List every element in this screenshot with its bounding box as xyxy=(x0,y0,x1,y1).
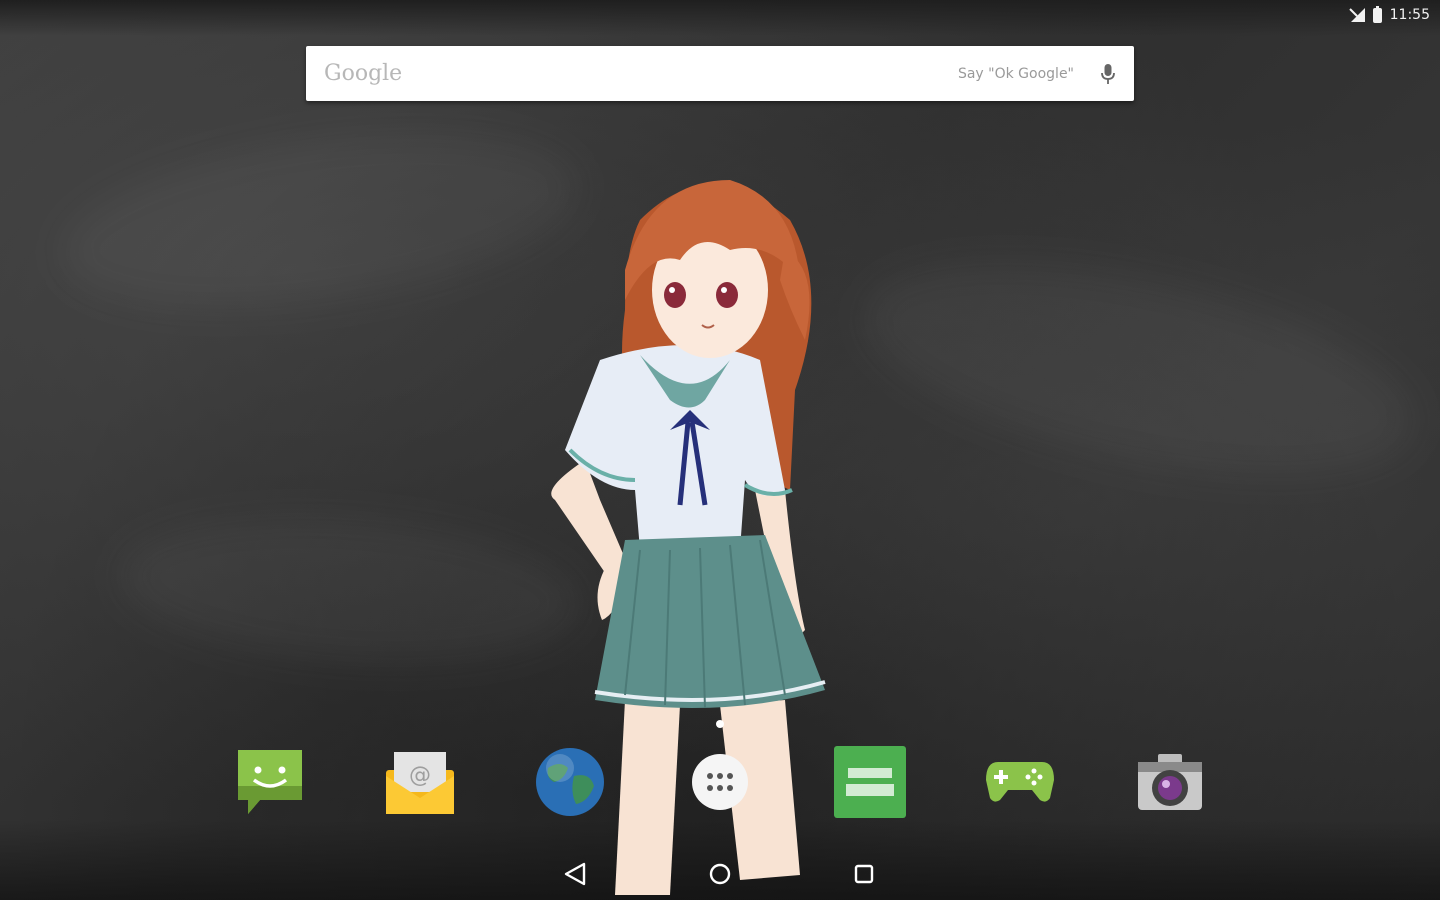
email-app-icon[interactable]: @ xyxy=(384,746,456,818)
messaging-app-icon[interactable] xyxy=(234,746,306,818)
recents-icon xyxy=(854,864,874,884)
app-drawer-icon xyxy=(692,754,748,810)
svg-text:@: @ xyxy=(409,763,431,788)
status-bar-shade xyxy=(0,0,1440,36)
google-logo: Google xyxy=(324,61,403,86)
signal-icon xyxy=(1348,8,1365,22)
status-bar: 11:55 xyxy=(1348,4,1430,26)
camera-icon xyxy=(1138,754,1202,810)
camera-app-icon[interactable] xyxy=(1134,746,1206,818)
voice-search-hint: Say "Ok Google" xyxy=(957,65,1074,82)
home-icon xyxy=(709,863,731,885)
chalk-smudge xyxy=(51,104,589,336)
chalk-smudge xyxy=(115,504,585,676)
chalk-smudge xyxy=(847,223,1433,517)
page-indicator-dot xyxy=(716,720,724,728)
back-button[interactable] xyxy=(558,856,594,892)
messaging-icon xyxy=(238,750,302,814)
back-icon xyxy=(564,862,586,886)
google-search-bar[interactable]: Google Say "Ok Google" xyxy=(306,46,1134,101)
browser-app-icon[interactable] xyxy=(534,746,606,818)
home-button[interactable] xyxy=(702,856,738,892)
browser-icon xyxy=(536,748,604,816)
home-screen: 11:55 Google Say "Ok Google" @ xyxy=(0,0,1440,900)
status-time: 11:55 xyxy=(1389,7,1430,23)
live-wallpaper-app-icon[interactable] xyxy=(834,746,906,818)
live-wallpaper-icon xyxy=(834,746,906,818)
email-icon: @ xyxy=(386,752,454,814)
app-drawer-button[interactable] xyxy=(684,746,756,818)
battery-icon xyxy=(1372,5,1382,23)
games-app-icon[interactable] xyxy=(984,746,1056,818)
recents-button[interactable] xyxy=(846,856,882,892)
mic-icon[interactable] xyxy=(1100,63,1116,85)
games-icon xyxy=(986,762,1054,802)
